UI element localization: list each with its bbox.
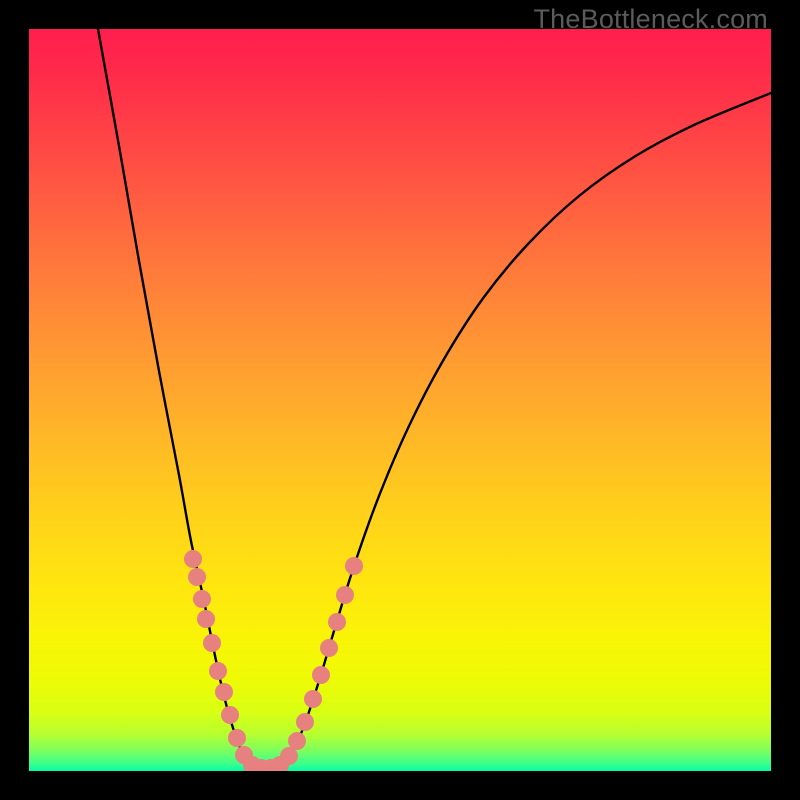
- data-point-dot: [193, 590, 211, 608]
- data-point-dot: [304, 690, 322, 708]
- bottleneck-curve: [29, 29, 771, 771]
- data-point-dot: [288, 732, 306, 750]
- chart-frame: TheBottleneck.com: [0, 0, 800, 800]
- data-point-dot: [228, 729, 246, 747]
- data-point-dot: [184, 550, 202, 568]
- data-point-dot: [203, 634, 221, 652]
- data-point-dot: [320, 639, 338, 657]
- watermark-label: TheBottleneck.com: [533, 4, 768, 35]
- data-point-dot: [209, 662, 227, 680]
- data-point-dot: [336, 586, 354, 604]
- data-point-dot: [328, 613, 346, 631]
- data-point-dot: [221, 706, 239, 724]
- plot-area: [29, 29, 771, 771]
- data-point-dot: [312, 666, 330, 684]
- data-point-dot: [215, 683, 233, 701]
- data-point-dot: [188, 568, 206, 586]
- data-point-dot: [345, 557, 363, 575]
- data-point-dot: [197, 610, 215, 628]
- data-point-dot: [296, 713, 314, 731]
